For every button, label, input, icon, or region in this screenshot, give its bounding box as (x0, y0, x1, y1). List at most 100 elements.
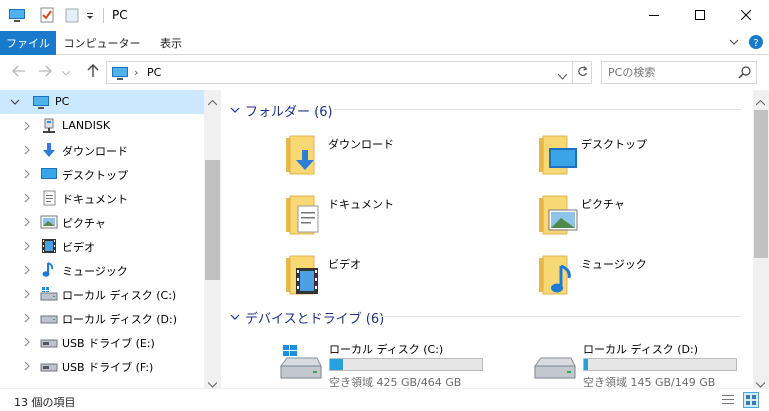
nav-item-11[interactable]: USB ドライブ (F:) (0, 354, 204, 378)
hard-drive-icon (40, 310, 58, 326)
chevron-right-icon[interactable] (22, 335, 32, 349)
chevron-right-icon[interactable] (22, 311, 32, 325)
chevron-right-icon[interactable] (22, 167, 32, 181)
new-folder-icon[interactable] (63, 6, 81, 24)
address-bar[interactable]: › PC (106, 61, 573, 84)
group-divider (381, 316, 741, 317)
drive-usage-bar (583, 358, 737, 371)
details-view-icon[interactable] (721, 393, 735, 407)
nav-item-10[interactable]: USB ドライブ (E:) (0, 330, 204, 354)
drive-item[interactable]: ローカル ディスク (D:) 空き領域 145 GB/149 GB (533, 338, 769, 389)
download-icon (40, 142, 58, 158)
content-scroll-thumb[interactable] (754, 110, 768, 258)
forward-button[interactable] (36, 64, 54, 82)
tab-view[interactable]: 表示 (150, 31, 192, 55)
folder-item[interactable]: ミュージック (537, 252, 769, 308)
drives-group-header[interactable]: デバイスとドライブ (6) (221, 305, 746, 327)
maximize-icon (695, 9, 705, 23)
folder-item[interactable]: ビデオ (284, 252, 524, 308)
pc-icon (32, 94, 50, 110)
nav-item-2[interactable]: ダウンロード (0, 138, 204, 162)
nav-item-0[interactable]: PC (0, 90, 204, 114)
chevron-right-icon[interactable] (22, 119, 32, 133)
search-box[interactable] (601, 61, 757, 84)
folder-item[interactable]: デスクトップ (537, 132, 769, 188)
group-divider (333, 109, 741, 110)
arrow-right-icon (38, 65, 52, 81)
drive-usage-fill (330, 359, 343, 370)
chevron-right-icon[interactable] (22, 263, 32, 277)
nav-item-1[interactable]: LANDISK (0, 114, 204, 138)
customize-dropdown-icon[interactable] (84, 6, 96, 24)
chevron-right-icon[interactable] (22, 287, 32, 301)
scroll-up-icon[interactable] (207, 95, 218, 109)
refresh-icon (577, 65, 588, 80)
nav-scroll-thumb[interactable] (205, 160, 220, 280)
folder-icon (284, 192, 326, 240)
refresh-button[interactable] (573, 61, 592, 84)
usb-drive-icon (40, 334, 58, 350)
folder-label: ダウンロード (328, 138, 394, 151)
chevron-down-icon[interactable] (10, 95, 20, 109)
nav-item-8[interactable]: ローカル ディスク (C:) (0, 282, 204, 306)
drives-group-title: デバイスとドライブ (6) (245, 312, 385, 327)
nav-scrollbar[interactable] (204, 90, 221, 388)
drive-item[interactable]: ローカル ディスク (C:) 空き領域 425 GB/464 GB (279, 338, 519, 389)
network-drive-icon (40, 118, 58, 134)
chevron-down-icon (61, 66, 71, 81)
chevron-right-icon[interactable] (22, 215, 32, 229)
nav-item-label: ドキュメント (62, 193, 128, 206)
pc-icon (111, 65, 129, 81)
nav-item-label: ピクチャ (62, 217, 106, 230)
nav-item-9[interactable]: ローカル ディスク (D:) (0, 306, 204, 330)
properties-icon[interactable] (38, 6, 56, 24)
folder-icon (537, 192, 579, 240)
nav-item-5[interactable]: ピクチャ (0, 210, 204, 234)
windows-drive-icon (279, 344, 323, 384)
close-button[interactable] (723, 0, 769, 31)
address-dropdown-icon[interactable] (557, 69, 568, 83)
videos-icon (40, 238, 58, 254)
nav-item-label: LANDISK (62, 119, 111, 132)
ribbon-expand-icon[interactable] (728, 36, 740, 48)
chevron-down-icon[interactable] (230, 103, 240, 117)
windows-drive-icon (40, 286, 58, 302)
breadcrumb-separator-icon: › (134, 66, 139, 79)
tiles-view-icon[interactable] (743, 392, 759, 408)
chevron-right-icon[interactable] (22, 239, 32, 253)
folder-item[interactable]: ドキュメント (284, 192, 524, 248)
folders-group-header[interactable]: フォルダー (6) (221, 98, 746, 120)
chevron-right-icon[interactable] (22, 143, 32, 157)
back-button[interactable] (10, 64, 28, 82)
tab-file[interactable]: ファイル (0, 31, 56, 55)
nav-item-3[interactable]: デスクトップ (0, 162, 204, 186)
chevron-down-icon[interactable] (230, 310, 240, 324)
recent-dropdown-button[interactable] (60, 64, 72, 82)
nav-item-7[interactable]: ミュージック (0, 258, 204, 282)
up-button[interactable] (84, 64, 102, 82)
nav-item-label: USB ドライブ (F:) (62, 361, 154, 374)
ribbon: ファイル コンピューター 表示 ? (0, 31, 769, 55)
breadcrumb-pc[interactable]: PC (147, 66, 161, 79)
folder-label: ピクチャ (581, 198, 625, 211)
folder-label: ドキュメント (328, 198, 394, 211)
scroll-up-icon[interactable] (755, 95, 766, 109)
content-scrollbar[interactable] (753, 90, 769, 388)
maximize-button[interactable] (677, 0, 723, 31)
drive-usage-bar (329, 358, 483, 371)
chevron-right-icon[interactable] (22, 359, 32, 373)
nav-item-label: PC (55, 95, 70, 108)
folders-group-title: フォルダー (6) (245, 105, 333, 120)
folder-icon (537, 252, 579, 300)
search-icon[interactable] (738, 66, 751, 82)
nav-item-label: ローカル ディスク (D:) (62, 313, 177, 326)
chevron-right-icon[interactable] (22, 191, 32, 205)
minimize-button[interactable] (631, 0, 677, 31)
search-input[interactable] (608, 64, 728, 81)
nav-item-6[interactable]: ビデオ (0, 234, 204, 258)
tab-computer[interactable]: コンピューター (62, 31, 142, 55)
nav-item-4[interactable]: ドキュメント (0, 186, 204, 210)
folder-item[interactable]: ピクチャ (537, 192, 769, 248)
folder-item[interactable]: ダウンロード (284, 132, 524, 188)
help-icon[interactable]: ? (749, 35, 763, 49)
